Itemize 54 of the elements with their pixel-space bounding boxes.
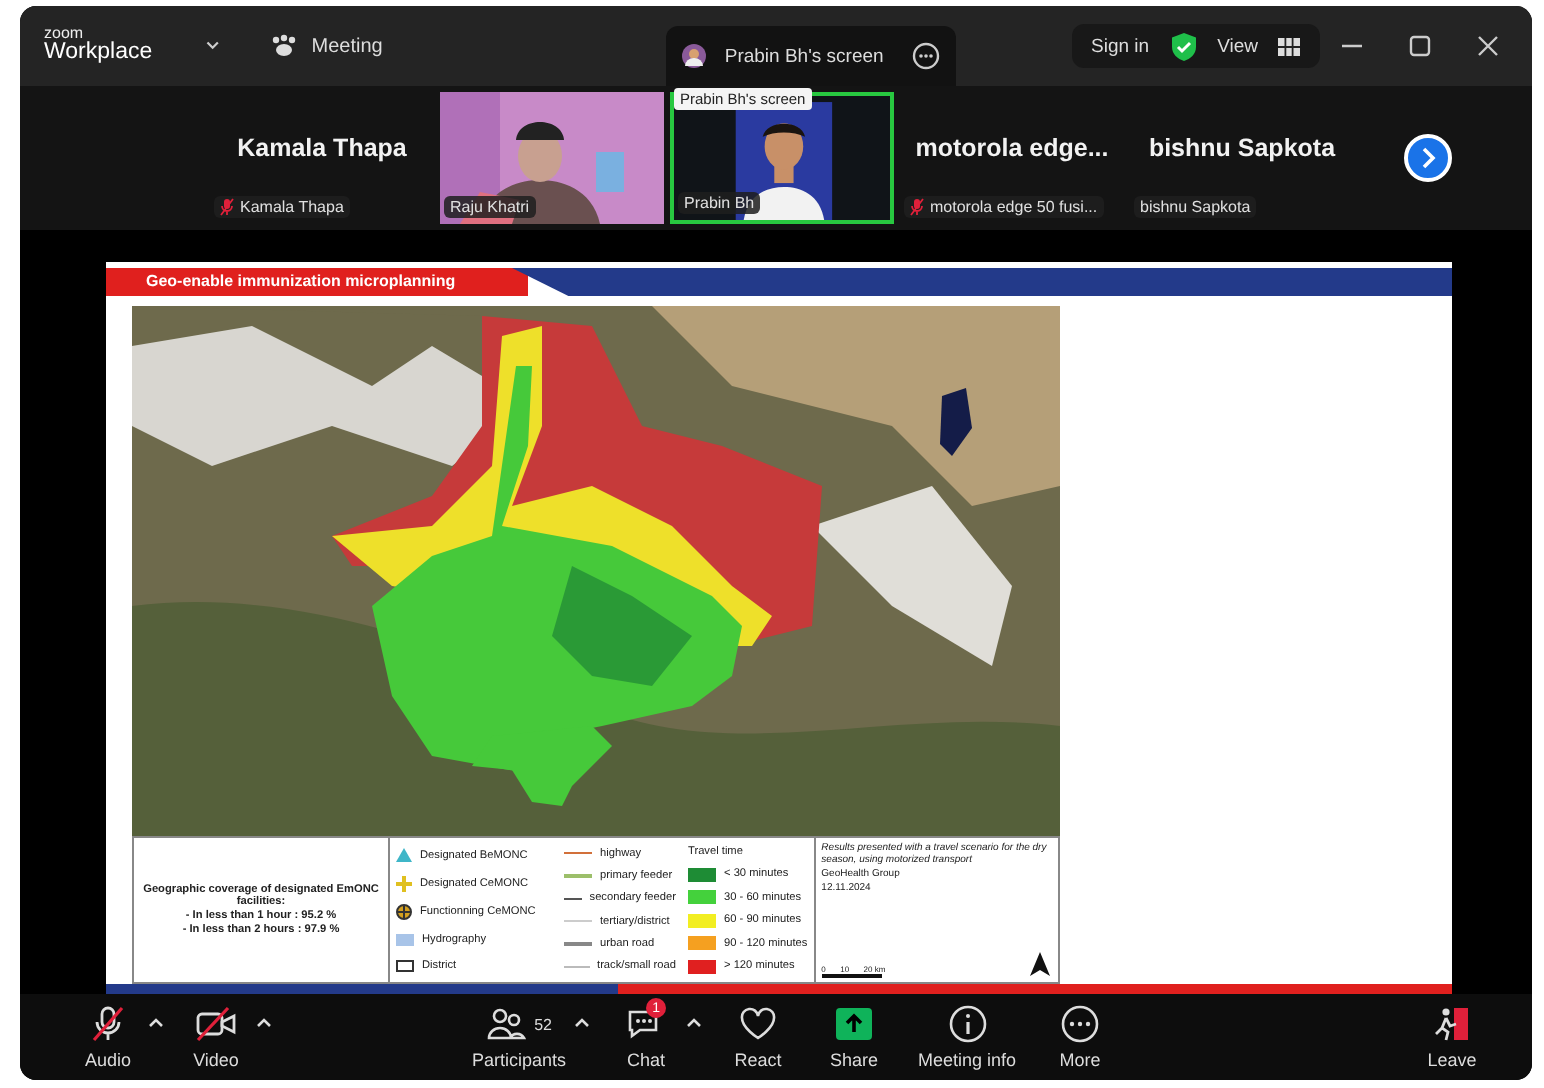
sign-in-button[interactable]: Sign in — [1091, 35, 1150, 57]
share-screen-icon — [834, 1006, 875, 1042]
maximize-icon[interactable] — [1408, 34, 1432, 58]
participant-name: bishnu Sapkota — [1148, 134, 1336, 162]
more-icon — [1060, 1004, 1101, 1044]
participant-tile[interactable]: motorola edge... motorola edge 50 fusi... — [900, 92, 1124, 224]
slide-title: Geo-enable immunization microplanning — [106, 268, 528, 296]
more-icon[interactable] — [911, 42, 940, 70]
participant-name: motorola edge... — [915, 134, 1109, 162]
audio-button[interactable]: Audio — [68, 1004, 148, 1070]
caret-icon[interactable] — [148, 1016, 164, 1028]
view-button[interactable]: View — [1217, 35, 1258, 57]
share-button[interactable]: Share — [814, 1004, 895, 1070]
participants-button[interactable]: 52 Participants — [464, 1004, 575, 1070]
leave-button[interactable]: Leave — [1412, 1004, 1492, 1070]
north-arrow-icon — [1030, 952, 1050, 976]
participant-tile[interactable]: Raju Khatri — [440, 92, 664, 224]
name-tag: Kamala Thapa — [214, 196, 350, 218]
name-tag: Prabin Bh — [678, 192, 761, 214]
next-page-button[interactable] — [1404, 134, 1452, 182]
info-icon — [947, 1004, 988, 1044]
heart-icon — [738, 1006, 779, 1042]
app-logo: zoom Workplace — [44, 26, 153, 66]
muted-microphone-icon — [88, 1004, 128, 1044]
scale-bar — [821, 974, 882, 978]
muted-microphone-icon — [910, 198, 924, 216]
meeting-tab[interactable]: Meeting — [269, 34, 383, 58]
info-button[interactable]: Meeting info — [910, 1004, 1025, 1070]
paw-icon — [269, 34, 298, 58]
caret-icon[interactable] — [256, 1016, 272, 1028]
exit-door-icon — [1432, 1004, 1472, 1044]
more-button[interactable]: More — [1040, 1004, 1121, 1070]
video-button[interactable]: Video — [176, 1004, 256, 1070]
participant-name: Kamala Thapa — [237, 134, 407, 162]
muted-microphone-icon — [220, 198, 234, 216]
screen-share-tab[interactable]: Prabin Bh's screen — [666, 26, 956, 86]
avatar-icon — [682, 44, 707, 68]
chevron-right-icon — [1418, 146, 1438, 170]
camera-off-icon — [194, 1004, 238, 1044]
participant-count: 52 — [534, 1015, 552, 1033]
tab-title: Prabin Bh's screen — [724, 45, 886, 67]
caret-icon[interactable] — [574, 1016, 591, 1028]
participant-tile[interactable]: Kamala Thapa Kamala Thapa — [210, 92, 434, 224]
people-icon — [486, 1006, 527, 1042]
grid-icon — [1278, 37, 1300, 55]
close-icon[interactable] — [1476, 34, 1500, 58]
participant-tile[interactable]: bishnu Sapkota bishnu Sapkota — [1130, 92, 1354, 224]
name-tag: motorola edge 50 fusi... — [904, 196, 1104, 218]
chevron-down-icon[interactable] — [204, 38, 222, 54]
caret-icon[interactable] — [686, 1016, 703, 1028]
react-button[interactable]: React — [718, 1004, 799, 1070]
name-tag: bishnu Sapkota — [1134, 196, 1257, 218]
shield-check-icon — [1169, 31, 1198, 61]
name-tag: Raju Khatri — [444, 196, 536, 218]
